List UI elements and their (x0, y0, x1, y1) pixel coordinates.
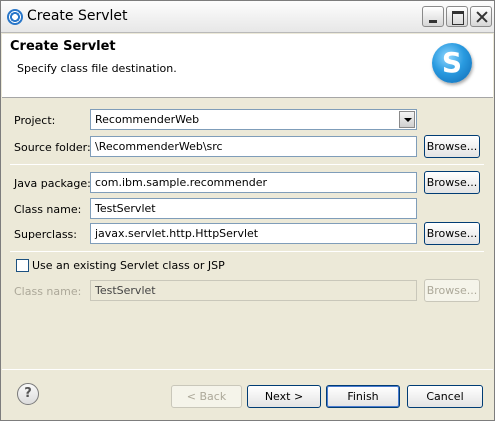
separator (10, 164, 484, 165)
existing-class-name-value: TestServlet (95, 284, 156, 297)
eclipse-icon (7, 9, 23, 25)
maximize-button[interactable] (446, 6, 468, 27)
existing-class-name-field: TestServlet (90, 280, 417, 301)
superclass-value: javax.servlet.http.HttpServlet (95, 227, 259, 240)
servlet-wizard-logo-icon: S (432, 43, 472, 83)
finish-button[interactable]: Finish (326, 385, 400, 408)
java-package-field[interactable]: com.ibm.sample.recommender (90, 172, 417, 193)
title-bar: Create Servlet (1, 1, 494, 33)
minimize-button[interactable] (422, 6, 444, 27)
close-button[interactable] (470, 6, 492, 27)
use-existing-servlet-checkbox[interactable] (16, 259, 29, 272)
wizard-title: Create Servlet (10, 39, 116, 54)
source-folder-browse-button[interactable]: Browse... (424, 135, 480, 158)
superclass-browse-button[interactable]: Browse... (424, 222, 480, 245)
separator (10, 251, 484, 252)
next-button[interactable]: Next > (247, 385, 321, 408)
java-package-browse-button[interactable]: Browse... (424, 171, 480, 194)
window-title: Create Servlet (27, 8, 128, 24)
chevron-down-icon[interactable] (399, 111, 415, 128)
question-mark-icon[interactable]: ? (17, 383, 39, 405)
source-folder-field[interactable]: \RecommenderWeb\src (90, 136, 417, 157)
create-servlet-dialog: Create Servlet Create Servlet Specify cl… (0, 0, 495, 421)
wizard-banner: Create Servlet Specify class file destin… (2, 34, 493, 98)
use-existing-servlet-label[interactable]: Use an existing Servlet class or JSP (32, 259, 225, 272)
existing-class-browse-button: Browse... (424, 279, 480, 302)
superclass-field[interactable]: javax.servlet.http.HttpServlet (90, 223, 417, 244)
class-name-value: TestServlet (95, 202, 156, 215)
existing-class-name-label: Class name: (14, 285, 82, 298)
source-folder-value: \RecommenderWeb\src (95, 140, 223, 153)
source-folder-label: Source folder: (14, 141, 91, 154)
project-value: RecommenderWeb (95, 113, 200, 126)
java-package-value: com.ibm.sample.recommender (95, 176, 267, 189)
class-name-field[interactable]: TestServlet (90, 198, 417, 219)
superclass-label: Superclass: (14, 228, 77, 241)
java-package-label: Java package: (14, 177, 91, 190)
project-combo[interactable]: RecommenderWeb (90, 109, 417, 130)
back-button: < Back (171, 385, 242, 408)
project-label: Project: (14, 114, 56, 127)
wizard-description: Specify class file destination. (17, 62, 177, 75)
class-name-label: Class name: (14, 203, 82, 216)
cancel-button[interactable]: Cancel (407, 385, 483, 408)
footer-separator (2, 369, 493, 370)
